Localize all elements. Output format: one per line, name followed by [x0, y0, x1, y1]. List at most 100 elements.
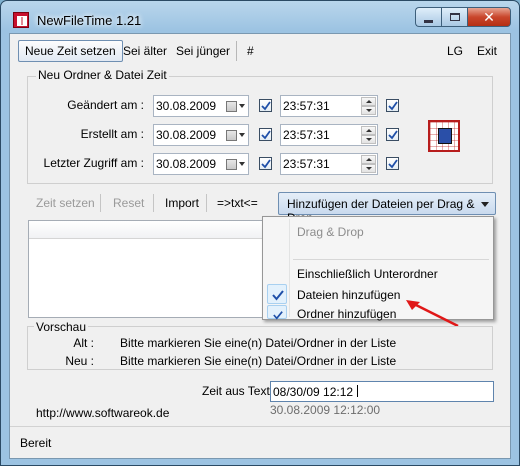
menu-sei-aelter[interactable]: Sei älter	[123, 44, 167, 58]
client-area: Neue Zeit setzen Sei älter Sei jünger # …	[9, 33, 511, 459]
created-label: Erstellt am :	[80, 127, 144, 141]
checkmark-icon	[388, 101, 398, 111]
menu-neue-zeit-setzen[interactable]: Neue Zeit setzen	[18, 40, 123, 62]
menu-language[interactable]: LG	[447, 44, 463, 58]
last-access-time-value: 23:57:31	[283, 157, 330, 171]
modified-time-field[interactable]: 23:57:31	[280, 95, 378, 117]
txt-button[interactable]: =>txt<=	[217, 196, 258, 210]
preview-title: Vorschau	[34, 320, 89, 334]
last-access-date-picker[interactable]: 30.08.2009	[153, 153, 249, 175]
time-spinner[interactable]	[361, 126, 376, 144]
minimize-button[interactable]	[415, 7, 441, 27]
spin-up-button[interactable]	[361, 97, 376, 106]
popup-header-drag-drop: Drag & Drop	[297, 225, 364, 239]
chevron-down-icon	[365, 138, 372, 141]
modified-time-value: 23:57:31	[283, 99, 330, 113]
checkmark-icon	[261, 130, 271, 140]
toolbar-separator	[100, 194, 101, 212]
calendar-icon	[226, 158, 237, 170]
chevron-down-icon	[481, 202, 489, 207]
calendar-dropdown[interactable]	[226, 98, 246, 114]
checkmark-icon	[388, 130, 398, 140]
spin-up-button[interactable]	[361, 155, 376, 164]
modified-time-checkbox[interactable]	[386, 99, 399, 112]
drag-drop-dropdown-button[interactable]: Hinzufügen der Dateien per Drag & Drop	[278, 192, 496, 225]
chevron-down-icon	[365, 167, 372, 170]
close-icon: ✕	[483, 8, 495, 25]
menu-separator	[236, 41, 237, 61]
modified-date-value: 30.08.2009	[156, 99, 217, 113]
spin-up-button[interactable]	[361, 126, 376, 135]
last-access-time-field[interactable]: 23:57:31	[280, 153, 378, 175]
toolbar-separator	[206, 194, 207, 212]
check-files	[267, 284, 287, 304]
created-date-picker[interactable]: 30.08.2009	[153, 124, 249, 146]
import-button[interactable]: Import	[165, 196, 199, 210]
status-text: Bereit	[20, 436, 52, 450]
modified-date-checkbox[interactable]	[259, 99, 272, 112]
time-spinner[interactable]	[361, 155, 376, 173]
menu-sei-juenger[interactable]: Sei jünger	[176, 44, 230, 58]
checkmark-icon	[261, 101, 271, 111]
spin-down-button[interactable]	[361, 106, 376, 115]
website-link[interactable]: http://www.softwareok.de	[36, 406, 169, 420]
new-time-group-title: Neu Ordner & Datei Zeit	[36, 68, 169, 82]
last-access-date-value: 30.08.2009	[156, 157, 217, 171]
reset-button[interactable]: Reset	[113, 196, 144, 210]
popup-item-add-folders[interactable]: Ordner hinzufügen	[297, 307, 396, 321]
calendar-icon	[226, 100, 237, 112]
menu-hash[interactable]: #	[247, 44, 254, 58]
modified-label: Geändert am :	[67, 98, 144, 112]
created-time-checkbox[interactable]	[386, 128, 399, 141]
chevron-down-icon	[365, 109, 372, 112]
menu-bar: Neue Zeit setzen Sei älter Sei jünger # …	[10, 34, 510, 70]
popup-item-include-subfolders[interactable]: Einschließlich Unterordner	[297, 267, 438, 281]
zeit-aus-text-value: 08/30/09 12:12	[273, 385, 354, 399]
preview-alt-value: Bitte markieren Sie eine(n) Datei/Ordner…	[120, 336, 397, 350]
app-window: NewFileTime 1.21 ✕ Neue Zeit setzen Sei …	[0, 0, 520, 466]
checkmark-icon	[388, 159, 398, 169]
calendar-dropdown[interactable]	[226, 127, 246, 143]
check-folders	[267, 305, 287, 320]
checkmark-icon	[272, 290, 284, 301]
maximize-icon	[449, 13, 460, 21]
zeit-aus-text-label: Zeit aus Text	[202, 384, 270, 398]
chevron-down-icon	[239, 104, 245, 108]
set-time-icon[interactable]	[428, 120, 460, 152]
toolbar-separator	[153, 194, 154, 212]
zeit-aus-text-result: 30.08.2009 12:12:00	[270, 403, 381, 417]
calendar-icon	[226, 129, 237, 141]
close-button[interactable]: ✕	[467, 7, 511, 27]
preview-neu-value: Bitte markieren Sie eine(n) Datei/Ordner…	[120, 354, 397, 368]
minimize-icon	[424, 19, 433, 23]
clock-calendar-icon	[438, 128, 452, 144]
checkmark-icon	[273, 311, 283, 320]
maximize-button[interactable]	[441, 7, 467, 27]
chevron-down-icon	[239, 133, 245, 137]
checkmark-icon	[261, 159, 271, 169]
last-access-label: Letzter Zugriff am :	[43, 156, 144, 170]
spin-down-button[interactable]	[361, 164, 376, 173]
menu-separator	[293, 259, 489, 260]
last-access-date-checkbox[interactable]	[259, 157, 272, 170]
preview-neu-label: Neu :	[65, 354, 94, 368]
calendar-dropdown[interactable]	[226, 156, 246, 172]
chevron-up-icon	[365, 158, 372, 161]
red-arrow-icon	[406, 300, 459, 328]
zeit-setzen-button[interactable]: Zeit setzen	[36, 196, 95, 210]
menu-exit[interactable]: Exit	[477, 44, 497, 58]
spin-down-button[interactable]	[361, 135, 376, 144]
title-bar: NewFileTime 1.21 ✕	[1, 1, 519, 33]
window-controls: ✕	[415, 7, 511, 27]
popup-item-add-files[interactable]: Dateien hinzufügen	[297, 288, 400, 302]
last-access-time-checkbox[interactable]	[386, 157, 399, 170]
status-bar: Bereit	[10, 426, 510, 458]
created-date-value: 30.08.2009	[156, 128, 217, 142]
chevron-up-icon	[365, 129, 372, 132]
modified-date-picker[interactable]: 30.08.2009	[153, 95, 249, 117]
created-date-checkbox[interactable]	[259, 128, 272, 141]
app-icon	[13, 12, 29, 28]
created-time-field[interactable]: 23:57:31	[280, 124, 378, 146]
zeit-aus-text-input[interactable]: 08/30/09 12:12	[270, 381, 494, 402]
time-spinner[interactable]	[361, 97, 376, 115]
